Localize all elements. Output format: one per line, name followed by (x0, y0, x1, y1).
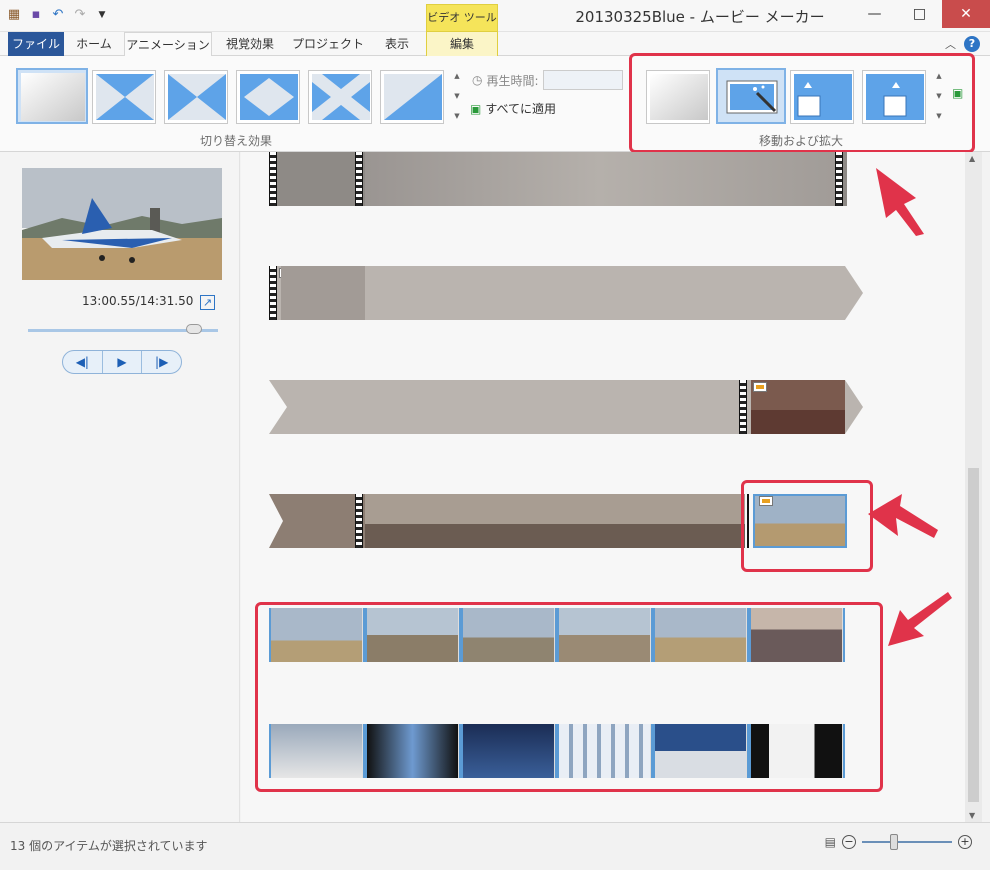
transition-marker (269, 266, 277, 320)
minimize-button[interactable]: — (852, 0, 897, 28)
undo-icon[interactable]: ↶ (50, 7, 66, 23)
tab-view[interactable]: 表示 (372, 32, 422, 56)
transition-x[interactable] (308, 70, 372, 124)
preview-panel: 13:00.55/14:31.50 ↗ ◀| ▶ |▶ (0, 152, 240, 822)
playback-controls: ◀| ▶ |▶ (62, 350, 182, 374)
redo-icon[interactable]: ↷ (72, 7, 88, 23)
next-frame-button[interactable]: |▶ (142, 351, 181, 373)
tab-home[interactable]: ホーム (66, 32, 122, 56)
transition-diagonal[interactable] (380, 70, 444, 124)
transitions-gallery-scroll[interactable]: ▲ ▼ ▼ (452, 66, 462, 126)
clip-badge-icon (753, 382, 767, 392)
thumbnail-view-icon[interactable]: ▤ (825, 835, 836, 849)
annotation-arrow-icon (868, 494, 938, 538)
help-icon[interactable]: ? (964, 36, 980, 52)
playback-time: 13:00.55/14:31.50 (82, 294, 194, 308)
tab-file[interactable]: ファイル (8, 32, 64, 56)
annotation-arrow-icon (876, 168, 924, 236)
tab-project[interactable]: プロジェクト (288, 32, 368, 56)
seek-thumb[interactable] (186, 324, 202, 334)
storyboard-row-1 (269, 152, 847, 206)
collapse-ribbon-icon[interactable]: ︿ (945, 36, 956, 52)
play-time-input[interactable] (542, 70, 623, 90)
status-bar: 13 個のアイテムが選択されています ▤ − + (0, 822, 990, 870)
transition-marker (739, 380, 747, 434)
dropdown-icon[interactable]: ▼ (94, 7, 110, 23)
transition-marker (835, 152, 843, 206)
transition-marker (355, 152, 363, 206)
transitions-group-label: 切り替え効果 (199, 134, 272, 148)
clip-thumbnail[interactable] (365, 152, 835, 206)
transition-diagonal-cross[interactable] (92, 70, 156, 124)
tab-edit[interactable]: 編集 (426, 32, 498, 56)
zoom-controls: ▤ − + (825, 834, 972, 850)
zoom-slider[interactable] (862, 834, 952, 850)
apply-all-button[interactable]: ▣ すべてに適用 (470, 100, 556, 117)
transition-bowtie[interactable] (164, 70, 228, 124)
transition-marker (355, 494, 363, 548)
apply-all-icon: ▣ (470, 101, 482, 116)
play-time: ◷ 再生時間: (472, 70, 623, 90)
tab-visual-effects[interactable]: 視覚効果 (216, 32, 284, 56)
context-tab-header: ビデオ ツール (426, 4, 498, 32)
play-button[interactable]: ▶ (103, 351, 143, 373)
annotation-arrow-icon (888, 592, 952, 646)
zoom-out-button[interactable]: − (842, 835, 856, 849)
fullscreen-icon[interactable]: ↗ (200, 295, 215, 310)
transition-diamond[interactable] (236, 70, 300, 124)
save-icon[interactable]: ▪ (28, 7, 44, 23)
play-time-label: 再生時間: (486, 73, 539, 88)
highlight-box-clips (255, 602, 883, 792)
storyboard (241, 152, 965, 822)
status-text: 13 個のアイテムが選択されています (10, 839, 208, 853)
ribbon: ▲ ▼ ▼ 切り替え効果 ◷ 再生時間: ▣ すべてに適用 ▲ ▼ ▼ ▣ 移動および拡… (0, 53, 990, 153)
apply-all-label: すべてに適用 (485, 102, 557, 116)
close-button[interactable]: ✕ (942, 0, 990, 28)
storyboard-row-3 (269, 380, 863, 434)
clip-thumbnail[interactable] (281, 266, 365, 320)
transition-marker (269, 152, 277, 206)
film-icon[interactable]: ▦ (6, 7, 22, 23)
title-bar: ▦ ▪ ↶ ↷ ▼ ビデオ ツール 20130325Blue - ムービー メー… (0, 0, 990, 32)
tab-animation[interactable]: アニメーション (124, 32, 212, 56)
maximize-button[interactable]: □ (897, 0, 942, 28)
window-controls: — □ ✕ (852, 0, 990, 28)
scrollbar-thumb[interactable] (968, 468, 979, 802)
storyboard-row-2 (269, 266, 863, 320)
preview-image (22, 168, 222, 280)
quick-access-toolbar: ▦ ▪ ↶ ↷ ▼ (6, 7, 110, 23)
vertical-scrollbar[interactable]: ▲ ▼ (965, 152, 982, 822)
transition-none[interactable] (16, 68, 88, 124)
scroll-up-icon[interactable]: ▲ (969, 154, 975, 163)
scroll-down-icon[interactable]: ▼ (969, 811, 975, 820)
zoom-slider-thumb[interactable] (890, 834, 898, 850)
clock-icon: ◷ (472, 73, 483, 87)
zoom-in-button[interactable]: + (958, 835, 972, 849)
previous-frame-button[interactable]: ◀| (63, 351, 103, 373)
highlight-box-clip (741, 480, 873, 572)
window-title: 20130325Blue - ムービー メーカー (575, 8, 825, 26)
highlight-box-ribbon (629, 53, 975, 153)
